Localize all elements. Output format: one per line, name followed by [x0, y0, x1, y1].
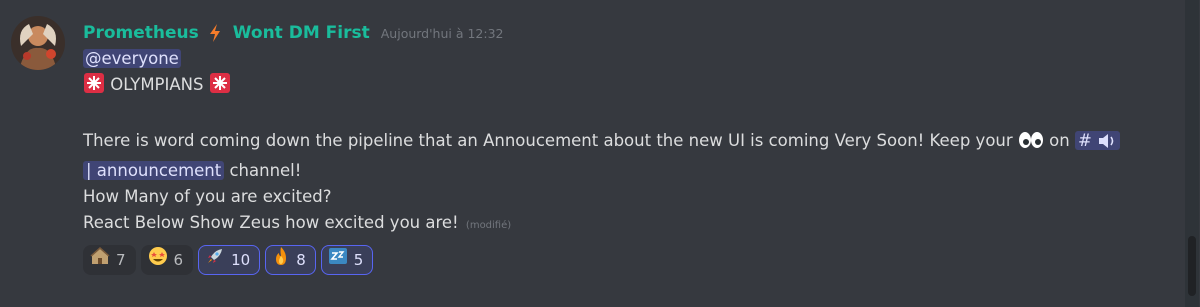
avatar[interactable] — [11, 16, 65, 70]
reaction-count: 8 — [296, 251, 306, 269]
reaction-house[interactable]: 7 — [83, 245, 136, 275]
author-tag: Wont DM First — [232, 23, 370, 43]
reaction-fire[interactable]: 8 — [265, 245, 316, 275]
reaction-star-struck[interactable]: 6 — [140, 245, 194, 275]
lightning-icon — [209, 24, 221, 42]
heading-text: OLYMPIANS — [110, 75, 204, 94]
body-text: There is word coming down the pipeline t… — [83, 131, 1013, 150]
body-line: How Many of you are excited? — [83, 187, 332, 206]
body-text-channel: channel! — [229, 161, 302, 180]
speaker-icon — [1097, 132, 1117, 158]
reaction-zzz[interactable]: 5 — [320, 245, 374, 275]
star-struck-icon — [148, 246, 168, 274]
channel-mention[interactable]: # — [1074, 131, 1121, 150]
reaction-rocket[interactable]: 10 — [198, 245, 261, 275]
rocket-icon — [205, 246, 225, 274]
rotating-light-icon — [209, 72, 231, 102]
timestamp: Aujourd'hui à 12:32 — [380, 26, 504, 41]
eyes-icon — [1018, 130, 1044, 158]
fire-icon — [272, 246, 290, 274]
house-icon — [90, 246, 110, 273]
channel-name[interactable]: | announcement — [83, 161, 225, 180]
chat-message: Prometheus Wont DM First Aujourd'hui à 1… — [0, 0, 1200, 307]
avatar-image — [11, 16, 65, 70]
reaction-count: 6 — [173, 251, 184, 269]
author-name[interactable]: Prometheus — [83, 20, 199, 46]
body-line: React Below Show Zeus how excited you ar… — [83, 213, 459, 232]
body-text-on: on — [1049, 131, 1070, 150]
channel-hash: # — [1077, 131, 1092, 150]
edited-label: (modifié) — [465, 220, 512, 231]
rotating-light-icon — [83, 72, 105, 102]
reaction-count: 10 — [231, 251, 251, 269]
scrollbar-thumb[interactable] — [1188, 236, 1196, 296]
reaction-count: 5 — [353, 251, 364, 269]
zzz-icon — [328, 247, 348, 273]
reactions-bar: 7 6 10 8 5 — [83, 245, 1180, 275]
everyone-mention[interactable]: @everyone — [83, 49, 181, 68]
reaction-count: 7 — [116, 251, 126, 269]
